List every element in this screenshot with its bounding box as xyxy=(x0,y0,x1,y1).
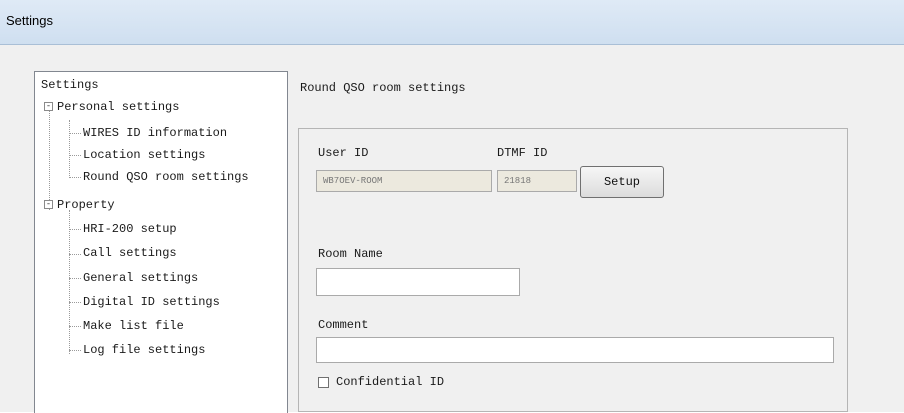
room-name-label: Room Name xyxy=(318,247,383,261)
tree-connector xyxy=(69,278,81,279)
tree-item-label: Digital ID settings xyxy=(83,295,220,309)
tree-connector xyxy=(69,120,70,178)
user-id-label: User ID xyxy=(318,146,369,160)
tree-connector xyxy=(69,350,81,351)
tree-item-hri-200-setup[interactable]: HRI-200 setup xyxy=(83,220,177,238)
tree-item-general-settings[interactable]: General settings xyxy=(83,269,198,287)
tree-connector xyxy=(49,110,50,210)
tree-item-log-file-settings[interactable]: Log file settings xyxy=(83,341,205,359)
tree-item-label: Log file settings xyxy=(83,343,206,357)
user-id-field[interactable] xyxy=(316,170,492,192)
tree-item-label: Property xyxy=(57,198,115,212)
tree-item-label: Personal settings xyxy=(57,100,180,114)
tree-connector xyxy=(69,302,81,303)
tree-connector xyxy=(69,254,81,255)
room-name-input[interactable] xyxy=(316,268,520,296)
tree-item-make-list-file[interactable]: Make list file xyxy=(83,317,184,335)
tree-item-call-settings[interactable]: Call settings xyxy=(83,244,177,262)
tree-item-location-settings[interactable]: Location settings xyxy=(83,146,205,164)
confidential-id-checkbox[interactable] xyxy=(318,377,329,388)
tree-item-label: Call settings xyxy=(83,246,177,260)
collapse-icon[interactable]: - xyxy=(44,200,53,209)
tree-item-label: Make list file xyxy=(83,319,184,333)
tree-item-settings-root[interactable]: Settings xyxy=(41,76,99,94)
tree-connector xyxy=(69,210,70,354)
tree-item-label: WIRES ID information xyxy=(83,126,228,140)
collapse-icon[interactable]: - xyxy=(44,102,53,111)
title-bar: Settings xyxy=(0,0,904,45)
settings-tree[interactable]: Settings - Personal settings WIRES ID in… xyxy=(34,71,288,413)
window-title: Settings xyxy=(6,13,53,28)
tree-item-digital-id-settings[interactable]: Digital ID settings xyxy=(83,293,220,311)
tree-item-round-qso-room-settings[interactable]: Round QSO room settings xyxy=(83,168,249,186)
tree-item-personal-settings[interactable]: Personal settings xyxy=(57,98,179,116)
tree-item-label: General settings xyxy=(83,271,199,285)
tree-item-label: HRI-200 setup xyxy=(83,222,177,236)
tree-connector xyxy=(69,177,81,178)
confidential-id-label[interactable]: Confidential ID xyxy=(336,375,444,389)
setup-button[interactable]: Setup xyxy=(580,166,664,198)
tree-connector xyxy=(69,229,81,230)
tree-connector xyxy=(69,133,81,134)
panel-heading: Round QSO room settings xyxy=(300,81,466,95)
tree-connector xyxy=(69,155,81,156)
tree-connector xyxy=(69,326,81,327)
dtmf-id-field[interactable] xyxy=(497,170,577,192)
tree-item-property[interactable]: Property xyxy=(57,196,115,214)
comment-label: Comment xyxy=(318,318,369,332)
tree-item-label: Settings xyxy=(41,78,99,92)
dtmf-id-label: DTMF ID xyxy=(497,146,548,160)
tree-item-wires-id-information[interactable]: WIRES ID information xyxy=(83,124,227,142)
comment-input[interactable] xyxy=(316,337,834,363)
tree-item-label: Location settings xyxy=(83,148,206,162)
tree-item-label: Round QSO room settings xyxy=(83,170,249,184)
